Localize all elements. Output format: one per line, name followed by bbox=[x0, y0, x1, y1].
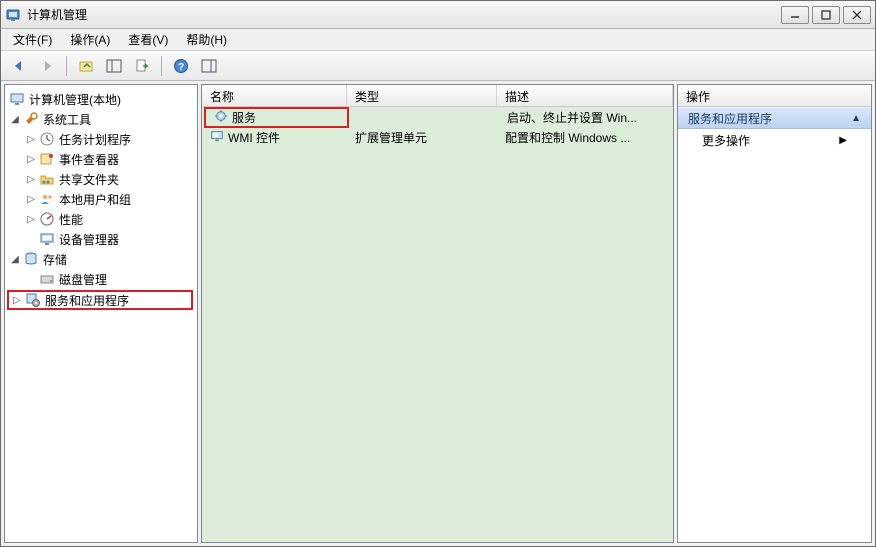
chevron-right-icon: ▶ bbox=[839, 135, 847, 146]
tree-local-users-label: 本地用户和组 bbox=[59, 191, 131, 208]
export-button[interactable] bbox=[130, 54, 154, 78]
tree-root[interactable]: 计算机管理(本地) bbox=[7, 89, 195, 109]
tree-system-tools[interactable]: ◢ 系统工具 bbox=[7, 109, 195, 129]
menu-view[interactable]: 查看(V) bbox=[122, 29, 174, 50]
chevron-up-icon: ▲ bbox=[851, 113, 861, 124]
list-cell-type: 扩展管理单元 bbox=[355, 129, 427, 146]
toolbar: ? bbox=[1, 51, 875, 81]
tree-device-manager[interactable]: 设备管理器 bbox=[7, 229, 195, 249]
list-cell-desc: 配置和控制 Windows ... bbox=[505, 129, 630, 146]
tree-event-viewer-label: 事件查看器 bbox=[59, 151, 119, 168]
menu-help[interactable]: 帮助(H) bbox=[180, 29, 233, 50]
window-title: 计算机管理 bbox=[27, 6, 781, 23]
show-hide-action-pane-button[interactable] bbox=[197, 54, 221, 78]
chevron-right-icon[interactable]: ▷ bbox=[25, 153, 37, 165]
disk-icon bbox=[39, 271, 55, 287]
chevron-right-icon[interactable]: ▷ bbox=[25, 173, 37, 185]
back-button[interactable] bbox=[7, 54, 31, 78]
tree-services-apps-label: 服务和应用程序 bbox=[45, 292, 129, 309]
event-icon bbox=[39, 151, 55, 167]
toolbar-divider bbox=[66, 56, 67, 76]
list-panel: 名称 类型 描述 服务 启动、终止并设置 Win... WMI 控件 bbox=[201, 84, 674, 543]
list-body: 服务 启动、终止并设置 Win... WMI 控件 扩展管理单元 配置和控制 W… bbox=[202, 107, 673, 542]
show-hide-tree-button[interactable] bbox=[102, 54, 126, 78]
chevron-right-icon[interactable]: ▷ bbox=[25, 213, 37, 225]
help-button[interactable]: ? bbox=[169, 54, 193, 78]
list-header: 名称 类型 描述 bbox=[202, 85, 673, 107]
menu-action[interactable]: 操作(A) bbox=[64, 29, 116, 50]
actions-more-label: 更多操作 bbox=[702, 132, 750, 149]
up-button[interactable] bbox=[74, 54, 98, 78]
chevron-down-icon[interactable]: ◢ bbox=[9, 113, 21, 125]
wmi-icon bbox=[210, 129, 224, 146]
column-type[interactable]: 类型 bbox=[347, 85, 497, 106]
actions-more[interactable]: 更多操作 ▶ bbox=[678, 129, 871, 151]
tree-task-scheduler-label: 任务计划程序 bbox=[59, 131, 131, 148]
titlebar: 计算机管理 bbox=[1, 1, 875, 29]
chevron-right-icon[interactable]: ▷ bbox=[25, 193, 37, 205]
tree-disk-management-label: 磁盘管理 bbox=[59, 271, 107, 288]
maximize-button[interactable] bbox=[812, 6, 840, 24]
tree-storage[interactable]: ◢ 存储 bbox=[7, 249, 195, 269]
services-apps-icon bbox=[25, 292, 41, 308]
chevron-right-icon[interactable]: ▷ bbox=[25, 133, 37, 145]
clock-icon bbox=[39, 131, 55, 147]
column-desc[interactable]: 描述 bbox=[497, 85, 673, 106]
tree-panel: 计算机管理(本地) ◢ 系统工具 bbox=[4, 84, 198, 543]
tools-icon bbox=[23, 111, 39, 127]
list-cell-name: WMI 控件 bbox=[228, 129, 280, 146]
tree-root-label: 计算机管理(本地) bbox=[29, 91, 121, 108]
list-cell-desc: 启动、终止并设置 Win... bbox=[507, 109, 637, 126]
minimize-button[interactable] bbox=[781, 6, 809, 24]
tree-disk-management[interactable]: 磁盘管理 bbox=[7, 269, 195, 289]
tree-performance-label: 性能 bbox=[59, 211, 83, 228]
storage-icon bbox=[23, 251, 39, 267]
tree-services-apps[interactable]: ▷ 服务和应用程序 bbox=[7, 290, 193, 310]
svg-text:?: ? bbox=[178, 62, 184, 73]
folder-shared-icon bbox=[39, 171, 55, 187]
menu-file[interactable]: 文件(F) bbox=[7, 29, 58, 50]
column-name[interactable]: 名称 bbox=[202, 85, 347, 106]
list-row-wmi[interactable]: WMI 控件 扩展管理单元 配置和控制 Windows ... bbox=[202, 127, 673, 147]
tree-device-manager-label: 设备管理器 bbox=[59, 231, 119, 248]
forward-button[interactable] bbox=[35, 54, 59, 78]
chevron-down-icon[interactable]: ◢ bbox=[9, 253, 21, 265]
tree-performance[interactable]: ▷ 性能 bbox=[7, 209, 195, 229]
actions-group-label: 服务和应用程序 bbox=[688, 110, 772, 127]
close-button[interactable] bbox=[843, 6, 871, 24]
toolbar-divider bbox=[161, 56, 162, 76]
gear-icon bbox=[214, 109, 228, 126]
tree-shared-folders-label: 共享文件夹 bbox=[59, 171, 119, 188]
tree-local-users[interactable]: ▷ 本地用户和组 bbox=[7, 189, 195, 209]
performance-icon bbox=[39, 211, 55, 227]
tree-task-scheduler[interactable]: ▷ 任务计划程序 bbox=[7, 129, 195, 149]
tree-shared-folders[interactable]: ▷ 共享文件夹 bbox=[7, 169, 195, 189]
actions-panel: 操作 服务和应用程序 ▲ 更多操作 ▶ bbox=[677, 84, 872, 543]
chevron-right-icon[interactable]: ▷ bbox=[11, 294, 23, 306]
device-icon bbox=[39, 231, 55, 247]
tree-event-viewer[interactable]: ▷ 事件查看器 bbox=[7, 149, 195, 169]
blank-icon bbox=[25, 233, 37, 245]
blank-icon bbox=[25, 273, 37, 285]
app-icon bbox=[5, 7, 21, 23]
actions-group-title[interactable]: 服务和应用程序 ▲ bbox=[678, 107, 871, 129]
computer-icon bbox=[9, 91, 25, 107]
menubar: 文件(F) 操作(A) 查看(V) 帮助(H) bbox=[1, 29, 875, 51]
users-icon bbox=[39, 191, 55, 207]
list-cell-name: 服务 bbox=[232, 109, 256, 126]
actions-header: 操作 bbox=[678, 85, 871, 107]
tree-storage-label: 存储 bbox=[43, 251, 67, 268]
content-area: 计算机管理(本地) ◢ 系统工具 bbox=[1, 81, 875, 546]
list-row-services[interactable]: 服务 启动、终止并设置 Win... bbox=[202, 107, 673, 127]
tree-system-tools-label: 系统工具 bbox=[43, 111, 91, 128]
